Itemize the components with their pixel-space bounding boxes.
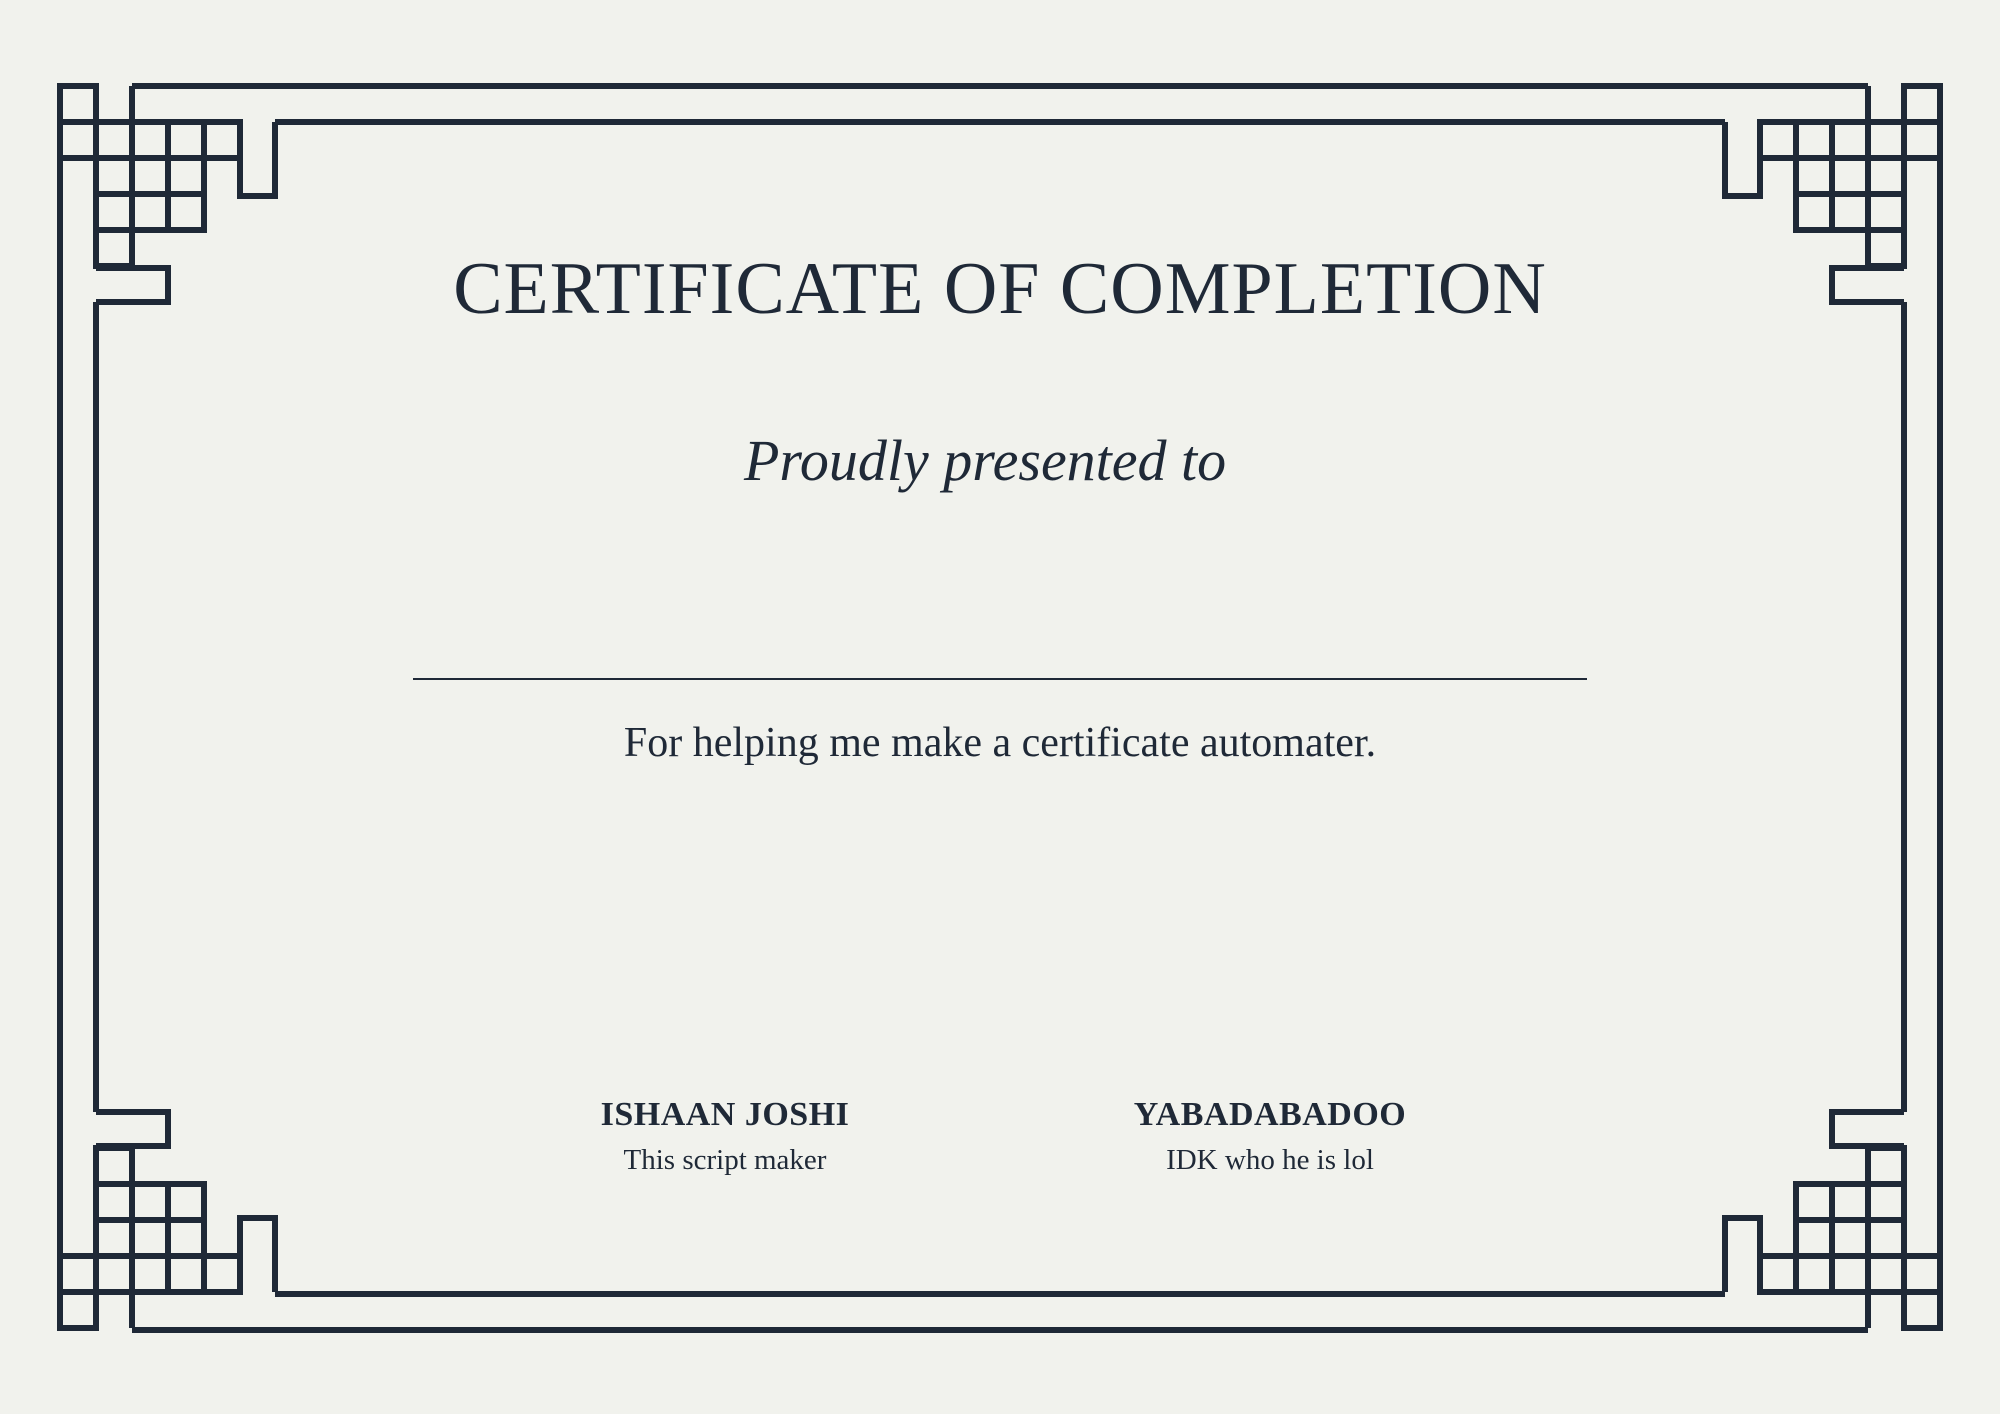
signatory-left: ISHAAN JOSHI This script maker: [515, 1098, 935, 1175]
signatory-role: IDK who he is lol: [1166, 1144, 1374, 1176]
certificate-description: For helping me make a certificate automa…: [623, 720, 1377, 766]
signatory-right: YABADABADOO IDK who he is lol: [1060, 1098, 1480, 1175]
signatory-name: ISHAAN JOSHI: [600, 1096, 850, 1133]
corner-ornament-bottom-right: [1725, 1112, 1940, 1328]
signatory-name: YABADABADOO: [1133, 1096, 1407, 1133]
certificate-subtitle: Proudly presented to: [744, 428, 1227, 493]
corner-ornament-bottom-left: [60, 1112, 275, 1328]
certificate-title: CERTIFICATE OF COMPLETION: [453, 248, 1547, 330]
signatory-role: This script maker: [623, 1144, 827, 1176]
greek-key-border-icon: [57, 83, 1943, 1333]
recipient-name-line: [413, 678, 1587, 680]
